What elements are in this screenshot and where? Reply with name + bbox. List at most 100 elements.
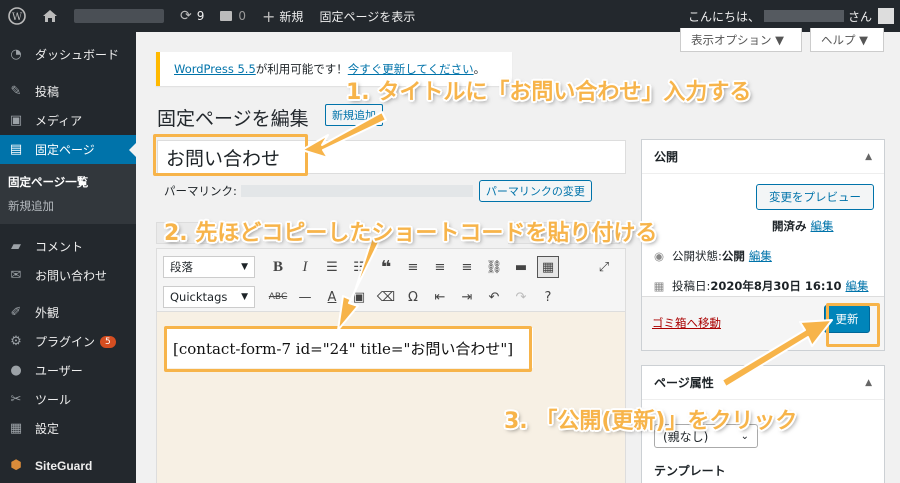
status-edit-link[interactable]: 編集 [811, 218, 834, 234]
pin-icon: ✎ [10, 84, 22, 99]
refresh-icon: ⟳ [180, 8, 192, 24]
pages-submenu: 固定ページ一覧 新規追加 [0, 164, 136, 224]
numbered-list-icon[interactable]: ☷ [348, 256, 370, 278]
media-icon: ▣ [9, 113, 23, 128]
shield-icon: ⬢ [10, 458, 22, 473]
highlight-shortcode [164, 326, 532, 372]
comment-icon: ▰ [11, 239, 21, 254]
permalink-row: パーマリンク: パーマリンクの変更 [164, 180, 592, 202]
username-blurred [763, 10, 844, 22]
wordpress-version-link[interactable]: WordPress 5.5 [174, 62, 256, 76]
sidebar-item-posts[interactable]: ✎ 投稿 [0, 77, 136, 106]
view-page-link[interactable]: 固定ページを表示 [311, 0, 423, 32]
sidebar-item-users[interactable]: ● ユーザー [0, 356, 136, 385]
wrench-icon: ✂ [10, 392, 22, 407]
new-content-link[interactable]: + 新規 [254, 0, 311, 32]
editor-toolbar: 段落 ▼ B I ☰ ☷ ❝ ≡ ≡ ≡ ⛓ ▬ ▦ ⤢ Quicktags ▼ A… [156, 248, 626, 312]
indent-icon[interactable]: ⇥ [456, 286, 478, 308]
align-center-icon[interactable]: ≡ [429, 256, 451, 278]
wp-logo-icon[interactable]: W [0, 0, 34, 32]
updates-link[interactable]: ⟳ 9 [172, 0, 212, 32]
settings-icon: ▦ [9, 421, 23, 436]
callout-step3: 3. 「公開(更新)」をクリック [504, 409, 798, 434]
highlight-title-input [153, 134, 308, 176]
bold-icon[interactable]: B [267, 256, 289, 278]
calendar-icon: ▦ [653, 279, 665, 293]
home-icon[interactable] [34, 0, 66, 32]
submenu-pages-all[interactable]: 固定ページ一覧 [0, 170, 136, 194]
sidebar-item-media[interactable]: ▣ メディア [0, 106, 136, 135]
sidebar-item-siteguard[interactable]: ⬢ SiteGuard [0, 451, 136, 480]
strikethrough-icon[interactable]: ABC [267, 286, 289, 308]
page-attributes-header[interactable]: ページ属性 ▲ [642, 366, 884, 400]
link-icon[interactable]: ⛓ [483, 256, 505, 278]
horizontal-line-icon[interactable]: — [294, 286, 316, 308]
sidebar-item-dashboard[interactable]: ◔ ダッシュボード [0, 40, 136, 69]
my-account[interactable]: こんにちは、 さん [688, 8, 900, 25]
date-line: ▦ 投稿日: 2020年8月30日 16:10 編集 [653, 278, 869, 294]
italic-icon[interactable]: I [294, 256, 316, 278]
page-title: 固定ページを編集 [157, 108, 309, 130]
sidebar-item-appearance[interactable]: ✐ 外観 [0, 298, 136, 327]
publish-box-header[interactable]: 公開 ▲ [642, 140, 884, 174]
callout-step1: 1. タイトルに「お問い合わせ」入力する [346, 80, 752, 105]
help-button[interactable]: ヘルプ ▼ [810, 28, 884, 52]
add-new-button[interactable]: 新規追加 [325, 104, 383, 126]
comments-link[interactable]: 0 [212, 0, 254, 32]
comment-icon [220, 11, 233, 21]
mail-icon: ✉ [10, 268, 22, 283]
bullet-list-icon[interactable]: ☰ [321, 256, 343, 278]
blockquote-icon[interactable]: ❝ [375, 256, 397, 278]
redo-icon[interactable]: ↷ [510, 286, 532, 308]
sidebar-item-settings[interactable]: ▦ 設定 [0, 414, 136, 443]
plus-icon: + [262, 6, 276, 26]
toolbar-toggle-icon[interactable]: ▦ [537, 256, 559, 278]
status-line: 開済み 編集 [772, 218, 834, 234]
callout-step2: 2. 先ほどコピーしたショートコードを貼り付ける [164, 221, 658, 246]
collapse-icon[interactable]: ▲ [865, 378, 872, 388]
submenu-pages-new[interactable]: 新規追加 [0, 194, 136, 218]
outdent-icon[interactable]: ⇤ [429, 286, 451, 308]
fullscreen-icon[interactable]: ⤢ [593, 256, 615, 278]
permalink-url-blurred[interactable] [240, 185, 473, 197]
align-left-icon[interactable]: ≡ [402, 256, 424, 278]
sidebar-item-comments[interactable]: ▰ コメント [0, 232, 136, 261]
sidebar-item-plugins[interactable]: ⚙ プラグイン 5 [0, 327, 136, 356]
brush-icon: ✐ [10, 305, 22, 320]
dashboard-icon: ◔ [10, 47, 22, 62]
plugin-icon: ⚙ [10, 334, 22, 349]
align-right-icon[interactable]: ≡ [456, 256, 478, 278]
plugin-update-badge: 5 [100, 335, 116, 348]
sidebar-item-tools[interactable]: ✂ ツール [0, 385, 136, 414]
eye-icon: ◉ [653, 249, 665, 263]
avatar [878, 8, 894, 24]
user-icon: ● [10, 363, 22, 378]
screen-options-button[interactable]: 表示オプション ▼ [680, 28, 802, 52]
page-icon: ▤ [9, 142, 23, 157]
collapse-icon[interactable]: ▲ [865, 152, 872, 162]
preview-changes-button[interactable]: 変更をプレビュー [756, 184, 874, 210]
site-name-blurred[interactable] [66, 0, 172, 32]
admin-sidebar: ◔ ダッシュボード ✎ 投稿 ▣ メディア ▤ 固定ページ 固定ページ一覧 新規追加 ▰… [0, 32, 136, 483]
text-color-icon[interactable]: A [321, 286, 343, 308]
permalink-change-button[interactable]: パーマリンクの変更 [478, 180, 592, 202]
clear-formatting-icon[interactable]: ⌫ [375, 286, 397, 308]
svg-text:W: W [12, 12, 23, 23]
read-more-icon[interactable]: ▬ [510, 256, 532, 278]
quicktags-select[interactable]: Quicktags ▼ [163, 286, 255, 308]
move-to-trash-link[interactable]: ゴミ箱へ移動 [652, 315, 721, 331]
visibility-line: ◉ 公開状態: 公開 編集 [653, 248, 772, 264]
undo-icon[interactable]: ↶ [483, 286, 505, 308]
format-select[interactable]: 段落 ▼ [163, 256, 255, 278]
sidebar-item-contact[interactable]: ✉ お問い合わせ [0, 261, 136, 290]
help-icon[interactable]: ? [537, 286, 559, 308]
chevron-down-icon: ▼ [241, 262, 248, 272]
special-character-icon[interactable]: Ω [402, 286, 424, 308]
sidebar-item-pages[interactable]: ▤ 固定ページ [0, 135, 136, 164]
date-edit-link[interactable]: 編集 [846, 278, 869, 294]
visibility-edit-link[interactable]: 編集 [749, 248, 772, 264]
template-label: テンプレート [654, 464, 726, 478]
paste-text-icon[interactable]: ▣ [348, 286, 370, 308]
highlight-update-button [826, 303, 880, 347]
chevron-down-icon: ▼ [241, 292, 248, 302]
